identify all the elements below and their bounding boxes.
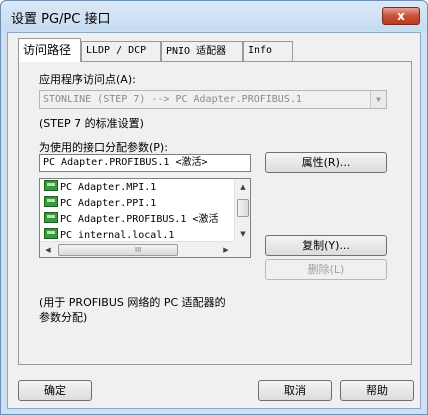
network-adapter-icon bbox=[44, 196, 58, 207]
window-title: 设置 PG/PC 接口 bbox=[11, 12, 111, 27]
copy-button[interactable]: 复制(Y)... bbox=[265, 235, 387, 256]
dialog-window: 设置 PG/PC 接口 x 访问路径 LLDP / DCP PNIO 适配器 I… bbox=[0, 0, 428, 415]
list-item[interactable]: PC Adapter.MPI.1 bbox=[44, 180, 156, 196]
list-vertical-scrollbar[interactable]: ▲ ▼ bbox=[234, 179, 250, 242]
access-path-panel: 应用程序访问点(A): STONLINE (STEP 7) --> PC Ada… bbox=[18, 61, 412, 365]
network-adapter-icon bbox=[44, 228, 58, 239]
tab-access-path[interactable]: 访问路径 bbox=[18, 38, 81, 62]
tab-label: 访问路径 bbox=[23, 43, 72, 57]
scroll-right-icon[interactable]: ▶ bbox=[218, 242, 234, 257]
cancel-button[interactable]: 取消 bbox=[258, 380, 332, 401]
interface-list[interactable]: PC Adapter.MPI.1 PC Adapter.PPI.1 PC Ada… bbox=[39, 178, 251, 258]
ok-button[interactable]: 确定 bbox=[18, 380, 92, 401]
button-label: 属性(R)... bbox=[301, 156, 351, 169]
properties-button[interactable]: 属性(R)... bbox=[265, 152, 387, 173]
button-label: 取消 bbox=[284, 384, 306, 397]
tab-label: PNIO 适配器 bbox=[166, 46, 227, 57]
access-point-hint: (STEP 7 的标准设置) bbox=[39, 117, 144, 130]
interface-assignment-label: 为使用的接口分配参数(P): bbox=[39, 141, 168, 154]
button-label: 确定 bbox=[44, 384, 66, 397]
button-label: 复制(Y)... bbox=[302, 239, 350, 252]
interface-description: (用于 PROFIBUS 网络的 PC 适配器的 参数分配) bbox=[39, 295, 226, 325]
network-adapter-icon bbox=[44, 180, 58, 191]
description-line: (用于 PROFIBUS 网络的 PC 适配器的 bbox=[39, 296, 226, 309]
assigned-interface-value: PC Adapter.PROFIBUS.1 <激活> bbox=[43, 157, 208, 168]
list-item-label: PC Adapter.MPI.1 bbox=[60, 182, 157, 193]
button-label: 删除(L) bbox=[307, 263, 345, 276]
scrollbar-corner bbox=[234, 241, 250, 257]
list-item-label: PC Adapter.PPI.1 bbox=[60, 198, 157, 209]
list-item-label: PC internal.local.1 bbox=[60, 230, 175, 241]
delete-button[interactable]: 删除(L) bbox=[265, 259, 387, 280]
list-item[interactable]: PC Adapter.PPI.1 bbox=[44, 196, 156, 212]
scroll-left-icon[interactable]: ◀ bbox=[40, 242, 56, 257]
list-item-label: PC Adapter.PROFIBUS.1 <激活 bbox=[60, 214, 219, 225]
access-point-label: 应用程序访问点(A): bbox=[39, 73, 136, 86]
assigned-interface-field[interactable]: PC Adapter.PROFIBUS.1 <激活> bbox=[39, 154, 251, 172]
tab-info[interactable]: Info bbox=[243, 41, 293, 61]
scroll-up-icon[interactable]: ▲ bbox=[235, 179, 250, 195]
network-adapter-icon bbox=[44, 212, 58, 223]
help-button[interactable]: 帮助 bbox=[340, 380, 414, 401]
scroll-down-icon[interactable]: ▼ bbox=[235, 226, 250, 242]
tab-pnio-adapter[interactable]: PNIO 适配器 bbox=[161, 41, 243, 61]
grip-icon: III bbox=[135, 246, 142, 254]
tab-label: LLDP / DCP bbox=[86, 45, 147, 56]
close-icon: x bbox=[397, 9, 405, 23]
access-point-value: STONLINE (STEP 7) --> PC Adapter.PROFIBU… bbox=[43, 94, 302, 105]
vertical-scroll-thumb[interactable] bbox=[237, 199, 249, 217]
button-label: 帮助 bbox=[366, 384, 388, 397]
tab-lldp-dcp[interactable]: LLDP / DCP bbox=[81, 41, 161, 61]
dialog-client-area: 访问路径 LLDP / DCP PNIO 适配器 Info 应用程序访问点(A)… bbox=[7, 32, 421, 409]
chevron-down-icon[interactable]: ▼ bbox=[370, 91, 386, 108]
list-horizontal-scrollbar[interactable]: ◀ III ▶ bbox=[40, 241, 234, 257]
description-line: 参数分配) bbox=[39, 311, 88, 324]
close-button[interactable]: x bbox=[382, 7, 420, 25]
tab-label: Info bbox=[248, 45, 273, 56]
list-item-selected[interactable]: PC Adapter.PROFIBUS.1 <激活 bbox=[44, 212, 218, 228]
access-point-combobox[interactable]: STONLINE (STEP 7) --> PC Adapter.PROFIBU… bbox=[39, 90, 387, 109]
horizontal-scroll-thumb[interactable]: III bbox=[58, 244, 178, 256]
title-bar[interactable]: 设置 PG/PC 接口 x bbox=[1, 1, 427, 31]
